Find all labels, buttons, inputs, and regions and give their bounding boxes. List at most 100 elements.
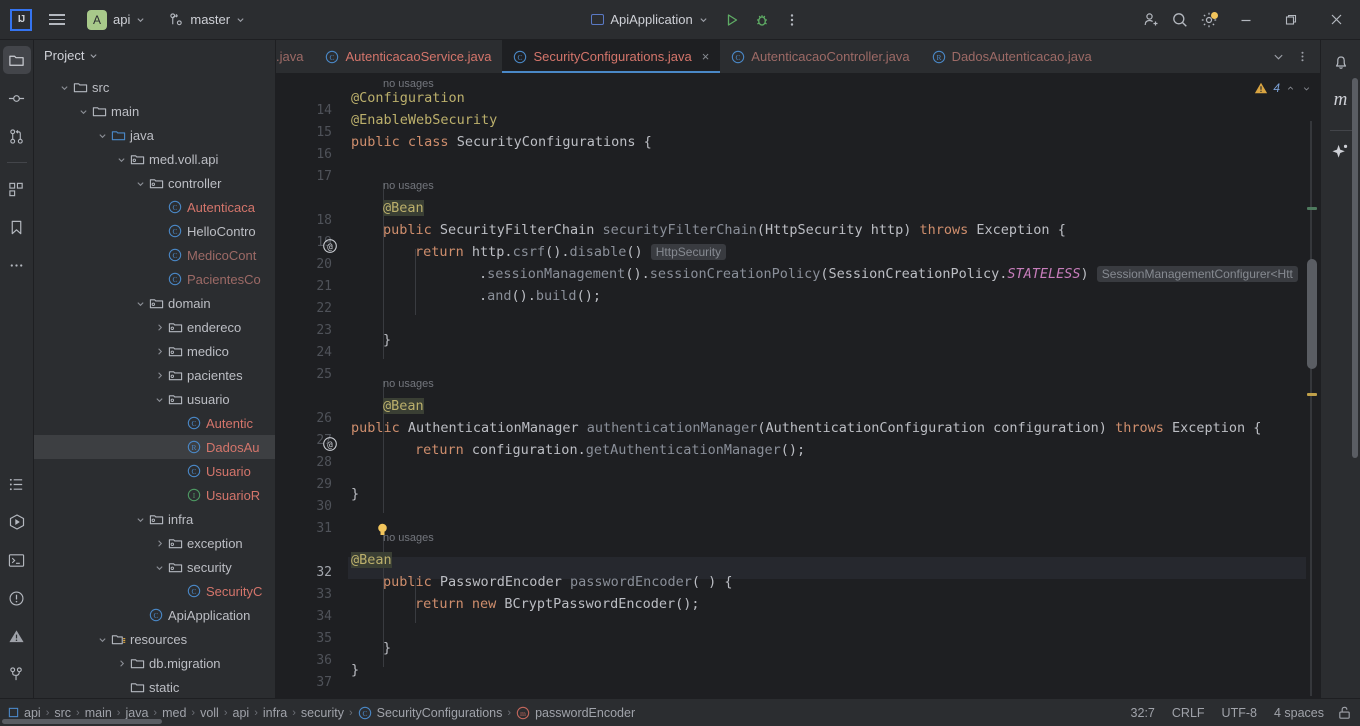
sidebar-item-problems[interactable] xyxy=(3,584,31,612)
chevron-down-icon[interactable] xyxy=(136,299,145,308)
previous-problem-icon[interactable] xyxy=(1285,83,1296,94)
editor-scrollbar-thumb[interactable] xyxy=(1307,259,1317,369)
chevron-down-icon[interactable] xyxy=(136,515,145,524)
usages-hint[interactable]: no usages xyxy=(383,373,434,395)
tree-node-controller[interactable]: controller xyxy=(34,171,275,195)
tree-node-endereco[interactable]: endereco xyxy=(34,315,275,339)
sidebar-item-ai-assistant[interactable] xyxy=(1327,137,1355,165)
tree-expander[interactable] xyxy=(114,659,128,668)
usages-hint[interactable]: no usages xyxy=(383,527,434,549)
tree-expander[interactable] xyxy=(95,635,109,644)
tree-expander[interactable] xyxy=(133,299,147,308)
run-button[interactable] xyxy=(718,6,746,34)
sidebar-item-warnings[interactable] xyxy=(3,622,31,650)
editor-tab-partial[interactable]: .java xyxy=(276,40,314,73)
project-tree-scrollbar[interactable] xyxy=(1352,78,1358,458)
tree-expander[interactable] xyxy=(152,371,166,380)
editor-tab-autenticacaoservice[interactable]: C AutenticacaoService.java xyxy=(314,40,502,73)
caret-position[interactable]: 32:7 xyxy=(1131,706,1155,720)
annotation-gutter-icon[interactable]: @ xyxy=(322,238,338,254)
hamburger-menu-icon[interactable] xyxy=(42,5,72,35)
sidebar-item-more-tools[interactable] xyxy=(3,251,31,279)
next-problem-icon[interactable] xyxy=(1301,83,1312,94)
tree-node-apiapplication[interactable]: C ApiApplication xyxy=(34,603,275,627)
tree-expander[interactable] xyxy=(133,179,147,188)
tree-node-usuario[interactable]: C Usuario xyxy=(34,459,275,483)
close-button[interactable] xyxy=(1314,0,1358,40)
chevron-down-icon[interactable] xyxy=(155,395,164,404)
sidebar-item-todo[interactable] xyxy=(3,470,31,498)
minimize-button[interactable] xyxy=(1224,0,1268,40)
tree-node-medico[interactable]: medico xyxy=(34,339,275,363)
tree-node-security[interactable]: security xyxy=(34,555,275,579)
unlocked-icon[interactable] xyxy=(1337,705,1352,720)
tree-expander[interactable] xyxy=(152,563,166,572)
add-user-button[interactable] xyxy=(1137,6,1165,34)
chevron-right-icon[interactable] xyxy=(117,659,126,668)
breadcrumb-item-passwordencoder[interactable]: m passwordEncoder xyxy=(516,706,635,720)
file-encoding[interactable]: UTF-8 xyxy=(1222,706,1257,720)
tree-expander[interactable] xyxy=(152,539,166,548)
sidebar-item-terminal[interactable] xyxy=(3,546,31,574)
tree-expander[interactable] xyxy=(57,83,71,92)
sidebar-item-pull-requests[interactable] xyxy=(3,122,31,150)
tree-node-resources[interactable]: resources xyxy=(34,627,275,651)
breadcrumb-item-src[interactable]: src xyxy=(54,706,71,720)
breadcrumb-item-voll[interactable]: voll xyxy=(200,706,219,720)
editor-more-options-button[interactable] xyxy=(1291,50,1314,63)
tree-node-autentic[interactable]: C Autentic xyxy=(34,411,275,435)
tree-node-usuario[interactable]: usuario xyxy=(34,387,275,411)
run-configuration-selector[interactable]: ApiApplication xyxy=(583,9,715,30)
tree-expander[interactable] xyxy=(95,131,109,140)
breadcrumb-item-main[interactable]: main xyxy=(85,706,112,720)
breadcrumb-item-infra[interactable]: infra xyxy=(263,706,287,720)
breadcrumb-item-securityconfigurations[interactable]: C SecurityConfigurations xyxy=(358,706,502,720)
chevron-right-icon[interactable] xyxy=(155,347,164,356)
sidebar-item-structure[interactable] xyxy=(3,175,31,203)
tree-node-securityc[interactable]: C SecurityC xyxy=(34,579,275,603)
tree-node-domain[interactable]: domain xyxy=(34,291,275,315)
tree-node-med-voll-api[interactable]: med.voll.api xyxy=(34,147,275,171)
code-viewport[interactable]: no usages @Configuration @EnableWebSecur… xyxy=(348,73,1306,698)
sidebar-item-bookmarks[interactable] xyxy=(3,213,31,241)
annotation-gutter-icon[interactable]: @ xyxy=(322,436,338,452)
chevron-down-icon[interactable] xyxy=(60,83,69,92)
tree-expander[interactable] xyxy=(152,395,166,404)
tree-node-hellocontro[interactable]: C HelloContro xyxy=(34,219,275,243)
close-icon[interactable]: × xyxy=(702,50,710,63)
sidebar-item-notifications[interactable] xyxy=(1327,48,1355,76)
branch-selector[interactable]: master xyxy=(162,9,252,30)
chevron-right-icon[interactable] xyxy=(155,371,164,380)
tree-expander[interactable] xyxy=(152,323,166,332)
tree-node-pacientes[interactable]: pacientes xyxy=(34,363,275,387)
tree-node-medicocont[interactable]: C MedicoCont xyxy=(34,243,275,267)
editor-tab-securityconfigurations[interactable]: C SecurityConfigurations.java × xyxy=(502,40,721,73)
line-separator[interactable]: CRLF xyxy=(1172,706,1205,720)
breadcrumb-item-med[interactable]: med xyxy=(162,706,186,720)
tree-expander[interactable] xyxy=(114,155,128,164)
more-actions-button[interactable] xyxy=(778,6,806,34)
editor-tab-dadosautenticacao[interactable]: R DadosAutenticacao.java xyxy=(921,40,1103,73)
project-tree-hscrollbar[interactable] xyxy=(2,719,162,724)
maximize-button[interactable] xyxy=(1269,0,1313,40)
inspection-summary[interactable]: 4 xyxy=(1254,81,1312,95)
search-button[interactable] xyxy=(1166,6,1194,34)
chevron-down-icon[interactable] xyxy=(98,131,107,140)
tree-node-db-migration[interactable]: db.migration xyxy=(34,651,275,675)
chevron-right-icon[interactable] xyxy=(155,539,164,548)
sidebar-item-run[interactable] xyxy=(3,508,31,536)
inspection-marker[interactable] xyxy=(1307,393,1317,396)
tree-expander[interactable] xyxy=(133,515,147,524)
tree-node-dadosau[interactable]: R DadosAu xyxy=(34,435,275,459)
tree-node-java[interactable]: java xyxy=(34,123,275,147)
sidebar-item-commit[interactable] xyxy=(3,84,31,112)
usages-hint[interactable]: no usages xyxy=(383,175,434,197)
breadcrumb-item-java[interactable]: java xyxy=(125,706,148,720)
chevron-down-icon[interactable] xyxy=(136,179,145,188)
tree-node-pacientesco[interactable]: C PacientesCo xyxy=(34,267,275,291)
inspection-marker[interactable] xyxy=(1307,207,1317,210)
chevron-down-icon[interactable] xyxy=(98,635,107,644)
indent-setting[interactable]: 4 spaces xyxy=(1274,706,1324,720)
breadcrumb-item-security[interactable]: security xyxy=(301,706,344,720)
tree-node-usuarior[interactable]: I UsuarioR xyxy=(34,483,275,507)
